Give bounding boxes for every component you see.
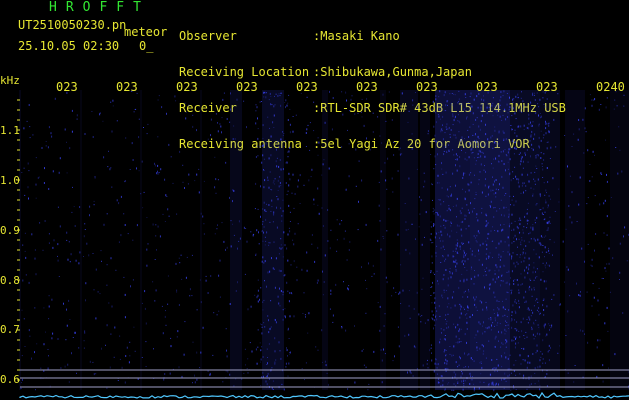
signal-band xyxy=(230,90,242,390)
signal-band xyxy=(262,90,284,390)
time-tick-label: 023 xyxy=(116,80,138,94)
freq-tick-label: 1.1 xyxy=(0,124,20,137)
signal-band xyxy=(140,90,142,390)
freq-tick-label: 0.6 xyxy=(0,373,20,386)
time-tick-label: 0240 xyxy=(596,80,625,94)
signal-band xyxy=(420,90,430,390)
axis-unit: kHz xyxy=(0,74,20,87)
signal-band xyxy=(610,90,629,390)
signal-band xyxy=(80,90,82,390)
time-tick-label: 023 xyxy=(56,80,78,94)
signal-band xyxy=(565,90,585,390)
time-tick-label: 023 xyxy=(476,80,498,94)
freq-tick-label: 0.7 xyxy=(0,323,20,336)
spectrogram xyxy=(17,90,629,399)
freq-tick-label: 1.0 xyxy=(0,174,20,187)
signal-band xyxy=(435,90,470,390)
time-tick-label: 023 xyxy=(296,80,318,94)
signal-band xyxy=(200,90,202,390)
signal-band xyxy=(400,90,418,390)
time-tick-label: 023 xyxy=(416,80,438,94)
freq-tick-label: 0.9 xyxy=(0,224,20,237)
time-tick-label: 023 xyxy=(356,80,378,94)
signal-band xyxy=(322,90,328,390)
freq-tick-label: 0.8 xyxy=(0,274,20,287)
level-trace xyxy=(19,391,629,399)
time-tick-label: 023 xyxy=(236,80,258,94)
signal-band xyxy=(380,90,386,390)
time-tick-label: 023 xyxy=(176,80,198,94)
time-tick-label: 023 xyxy=(536,80,558,94)
